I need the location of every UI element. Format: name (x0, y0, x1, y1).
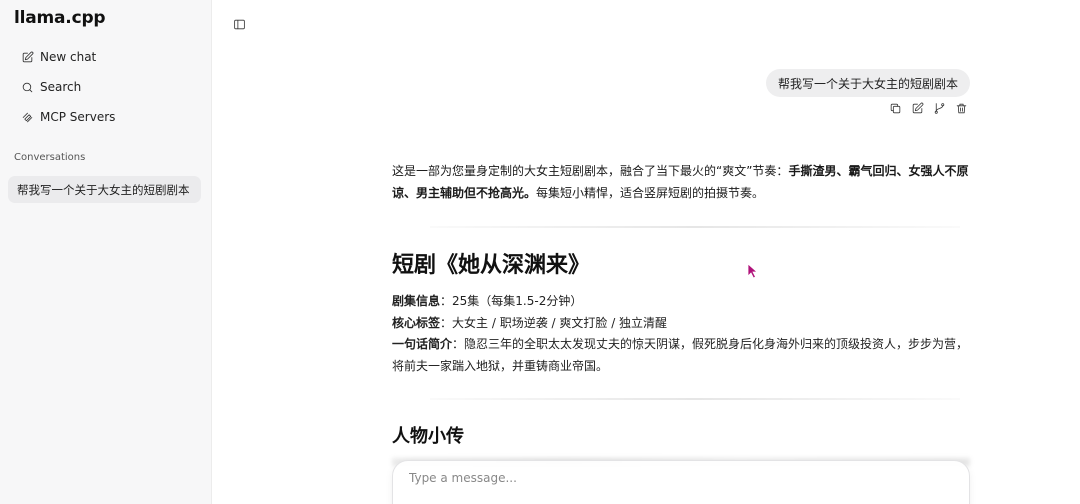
divider (430, 226, 960, 228)
search-button[interactable]: Search (14, 74, 81, 100)
message-input[interactable] (409, 471, 949, 485)
meta-row: 一句话简介：隐忍三年的全职太太发现丈夫的惊天阴谋，假死脱身后化身海外归来的顶级投… (392, 334, 970, 377)
meta-sep: ： (440, 315, 453, 330)
new-chat-button[interactable]: New chat (14, 44, 96, 70)
assistant-intro: 这是一部为您量身定制的大女主短剧剧本，融合了当下最火的“爽文”节奏：手撕渣男、霸… (392, 160, 970, 204)
script-meta: 剧集信息：25集（每集1.5-2分钟） 核心标签：大女主 / 职场逆袭 / 爽文… (392, 291, 970, 377)
mouse-cursor-icon (747, 263, 759, 279)
conversation-item[interactable]: 帮我写一个关于大女主的短剧剧本 (8, 176, 201, 203)
meta-label: 核心标签 (392, 315, 441, 330)
meta-label: 一句话简介 (392, 337, 453, 351)
divider (430, 398, 960, 400)
app-title: llama.cpp (14, 8, 106, 28)
intro-text-2: 每集短小精悍，适合竖屏短剧的拍摄节奏。 (536, 186, 765, 200)
search-label: Search (40, 80, 82, 94)
copy-icon[interactable] (889, 102, 902, 115)
mcp-servers-button[interactable]: MCP Servers (14, 104, 115, 130)
branch-icon[interactable] (933, 102, 946, 115)
meta-value: 25集（每集1.5-2分钟） (452, 294, 583, 308)
search-icon (20, 80, 34, 94)
script-title: 短剧《她从深渊来》 (392, 253, 591, 278)
meta-value: 隐忍三年的全职太太发现丈夫的惊天阴谋，假死脱身后化身海外归来的顶级投资人，步步为… (392, 337, 969, 373)
new-chat-label: New chat (40, 50, 97, 64)
message-actions (889, 102, 968, 115)
mcp-icon (20, 110, 34, 124)
message-input-container (392, 460, 970, 504)
conversations-heading: Conversations (14, 152, 86, 163)
meta-label: 剧集信息 (392, 294, 441, 308)
edit-icon[interactable] (911, 102, 924, 115)
meta-value: 大女主 / 职场逆袭 / 爽文打脸 / 独立清醒 (452, 315, 668, 330)
meta-row: 剧集信息：25集（每集1.5-2分钟） (392, 291, 970, 313)
sidebar-toggle-icon (233, 16, 246, 35)
sidebar-toggle-button[interactable] (233, 16, 247, 30)
meta-sep: ： (452, 337, 465, 351)
meta-sep: ： (440, 294, 453, 308)
section-heading: 人物小传 (392, 426, 464, 447)
user-message: 帮我写一个关于大女主的短剧剧本 (765, 69, 970, 97)
edit-icon (20, 50, 34, 64)
sidebar: llama.cpp New chat Search MCP Servers Co… (0, 0, 212, 504)
mcp-servers-label: MCP Servers (40, 110, 116, 124)
meta-row: 核心标签：大女主 / 职场逆袭 / 爽文打脸 / 独立清醒 (392, 313, 970, 335)
intro-text-1: 这是一部为您量身定制的大女主短剧剧本，融合了当下最火的“爽文”节奏： (392, 164, 789, 178)
delete-icon[interactable] (955, 102, 968, 115)
